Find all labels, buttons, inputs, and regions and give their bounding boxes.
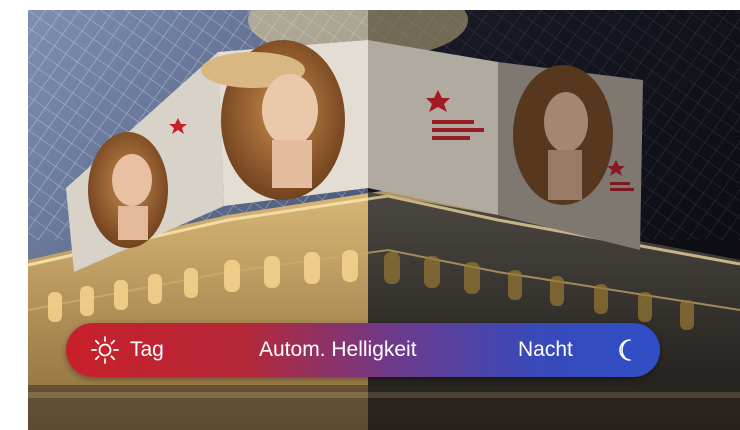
- sun-icon: [91, 336, 119, 364]
- auto-brightness-bar[interactable]: Tag Autom. Helligkeit Nacht: [66, 323, 660, 377]
- moon-icon: [619, 339, 631, 361]
- auto-brightness-label: Autom. Helligkeit: [259, 338, 417, 361]
- photo-frame: Tag Autom. Helligkeit Nacht: [28, 10, 740, 430]
- day-label: Tag: [130, 338, 164, 361]
- night-label: Nacht: [518, 338, 573, 361]
